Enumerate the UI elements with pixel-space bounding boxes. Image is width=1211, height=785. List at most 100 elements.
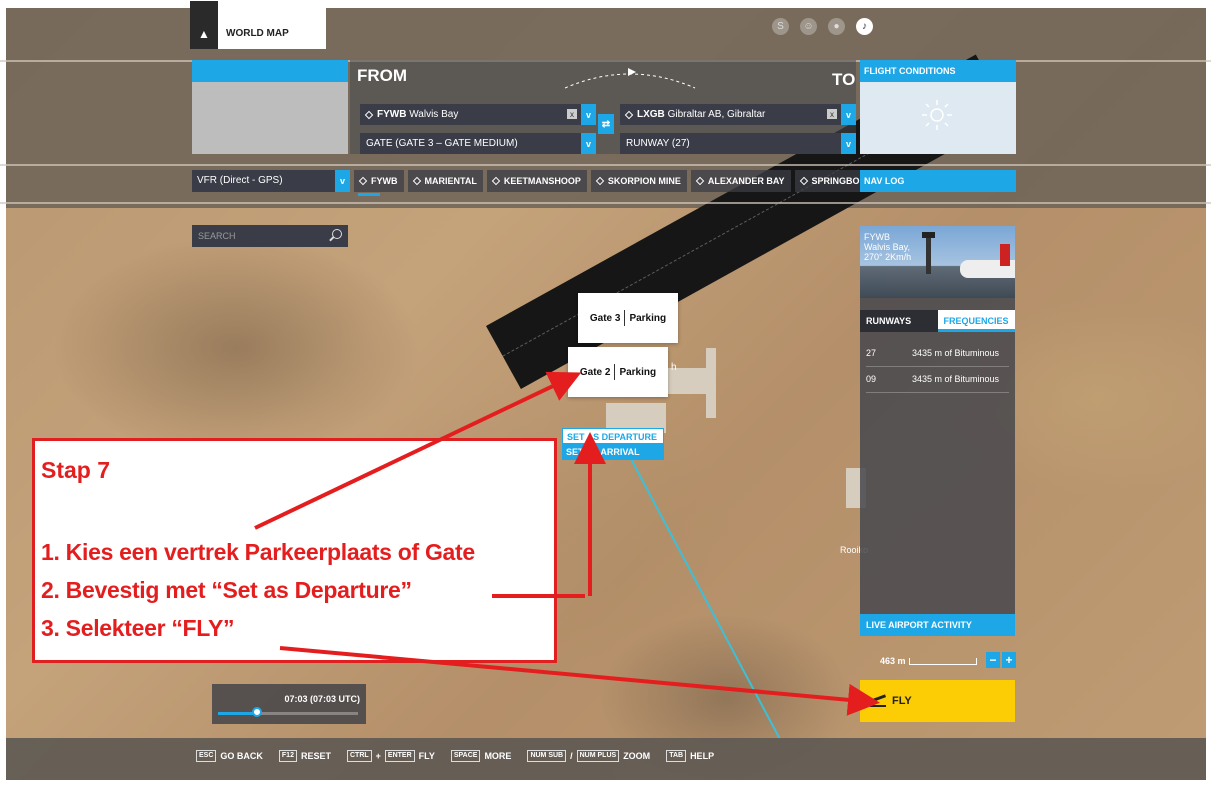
runway-desc: 3435 m of Bituminous [912,348,1000,358]
arrival-airport-field[interactable]: LXGB Gibraltar AB, Gibraltar x v [620,104,856,125]
home-tab[interactable]: ▲ [190,1,218,49]
runway-desc: 3435 m of Bituminous [912,374,1000,384]
route-type-select[interactable]: VFR (Direct - GPS) v [192,170,350,192]
diamond-icon [595,176,605,186]
tab-runways[interactable]: RUNWAYS [860,310,938,332]
waypoint-label: MARIENTAL [424,176,477,186]
set-as-departure-button[interactable]: SET AS DEPARTURE [562,428,664,444]
divider [0,164,1211,166]
hint-zoom[interactable]: ZOOM [623,751,650,761]
departure-airport-field[interactable]: FYWB Walvis Bay x v [360,104,596,125]
parking-suffix: h [671,362,677,373]
search-input[interactable]: SEARCH [192,225,348,247]
airport-tabs: RUNWAYS FREQUENCIES [860,310,1015,332]
time-track[interactable] [218,712,358,715]
arrival-spot-field[interactable]: RUNWAY (27) v [620,133,856,154]
profile-icon[interactable]: ● [828,18,845,35]
departure-name: Walvis Bay [409,109,459,120]
zoom-in-button[interactable]: + [1002,652,1016,668]
bell-icon[interactable]: ♪ [856,18,873,35]
hint-go-back[interactable]: GO BACK [220,751,263,761]
airplane-icon: ▲ [198,27,210,41]
tab-world-map[interactable]: WORLD MAP [218,1,326,49]
set-as-arrival-button[interactable]: SET AS ARRIVAL [562,444,664,460]
zoom-out-button[interactable]: − [986,652,1000,668]
arrival-spot: RUNWAY (27) [626,138,690,149]
s-icon[interactable]: S [772,18,789,35]
airport-wind: 270° 2Km/h [864,252,912,262]
scale-bar [908,657,977,665]
from-label: FROM [357,66,408,85]
control-tower-icon [922,232,935,274]
runway-id: 09 [866,374,877,384]
fly-button[interactable]: FLY [860,680,1015,722]
waypoint-label: SPRINGBOK [811,176,867,186]
runway-id: 27 [866,348,877,358]
flight-conditions-title[interactable]: FLIGHT CONDITIONS [860,60,1016,82]
people-icon[interactable]: ☺ [800,18,817,35]
map-scale: 463 m [880,656,977,666]
takeoff-icon [870,695,886,707]
departure-spot-field[interactable]: GATE (GATE 3 – GATE MEDIUM) v [360,133,596,154]
hangar-building [706,348,716,418]
clear-icon[interactable]: x [567,109,577,119]
key-num-sub: NUM SUB [527,750,567,762]
parking-type: Parking [619,366,657,378]
waypoint-item[interactable]: FYWB [354,170,404,196]
diamond-icon [364,110,374,119]
clear-icon[interactable]: x [827,109,837,119]
waypoint-label: ALEXANDER BAY [707,176,785,186]
airport-photo: FYWB Walvis Bay, 270° 2Km/h [860,226,1015,298]
chevron-down-icon[interactable]: v [335,170,350,192]
aircraft-thumbnail[interactable] [192,82,348,154]
chevron-down-icon[interactable]: v [581,133,596,154]
parking-label-gate-3[interactable]: Gate 3 Parking [578,293,678,343]
divider [866,366,1009,367]
chevron-down-icon[interactable]: v [581,104,596,125]
search-icon[interactable] [332,229,342,239]
annotation-title: Stap 7 [41,457,111,483]
context-menu: SET AS DEPARTURE SET AS ARRIVAL [562,428,664,460]
annotation-step: 2. Bevestig met “Set as Departure” [41,577,412,603]
diamond-icon [799,176,808,186]
waypoint-label: FYWB [371,176,398,186]
time-slider-handle[interactable] [252,707,263,717]
gate-label: Gate 3 [589,312,621,324]
live-airport-activity-button[interactable]: LIVE AIRPORT ACTIVITY [860,614,1015,636]
hint-separator: + [375,751,381,761]
swap-icon[interactable]: ⇄ [598,114,614,134]
arrival-code: LXGB [637,109,665,120]
hint-fly[interactable]: FLY [419,751,435,761]
runway-row[interactable]: 09 3435 m of Bituminous [866,374,1014,384]
nav-log-button[interactable]: NAV LOG [860,170,1016,192]
divider [0,202,1211,204]
waypoint-item[interactable]: MARIENTAL [407,170,483,192]
aircraft-tail-icon [1000,244,1010,266]
route-type-value: VFR (Direct - GPS) [197,175,283,186]
airport-name: Walvis Bay, [864,242,911,252]
departure-code: FYWB [377,109,407,120]
scale-label: 463 m [880,656,906,666]
divider [866,392,1009,393]
parking-label-gate-2[interactable]: Gate 2 Parking [568,347,668,397]
waypoint-label: KEETMANSHOOP [503,176,581,186]
key-enter: ENTER [384,750,415,762]
waypoint-item[interactable]: KEETMANSHOOP [486,170,587,192]
runway-row[interactable]: 27 3435 m of Bituminous [866,348,1014,358]
hint-more[interactable]: MORE [484,751,511,761]
time-label: 07:03 (07:03 UTC) [284,694,360,704]
key-ctrl: CTRL [346,750,372,762]
aircraft-header[interactable] [192,60,348,82]
chevron-down-icon[interactable]: v [841,104,856,125]
separator [624,310,626,326]
diamond-icon [491,176,501,186]
hint-help[interactable]: HELP [690,751,714,761]
diamond-icon [695,176,705,186]
chevron-down-icon[interactable]: v [841,133,856,154]
waypoint-item[interactable]: SKORPION MINE [590,170,687,192]
tab-frequencies[interactable]: FREQUENCIES [937,310,1015,332]
waypoint-item[interactable]: ALEXANDER BAY [690,170,791,192]
instruction-annotation: Stap 7 1. Kies een vertrek Parkeerplaats… [32,438,557,663]
hint-reset[interactable]: RESET [301,751,331,761]
hint-separator: / [570,751,573,761]
